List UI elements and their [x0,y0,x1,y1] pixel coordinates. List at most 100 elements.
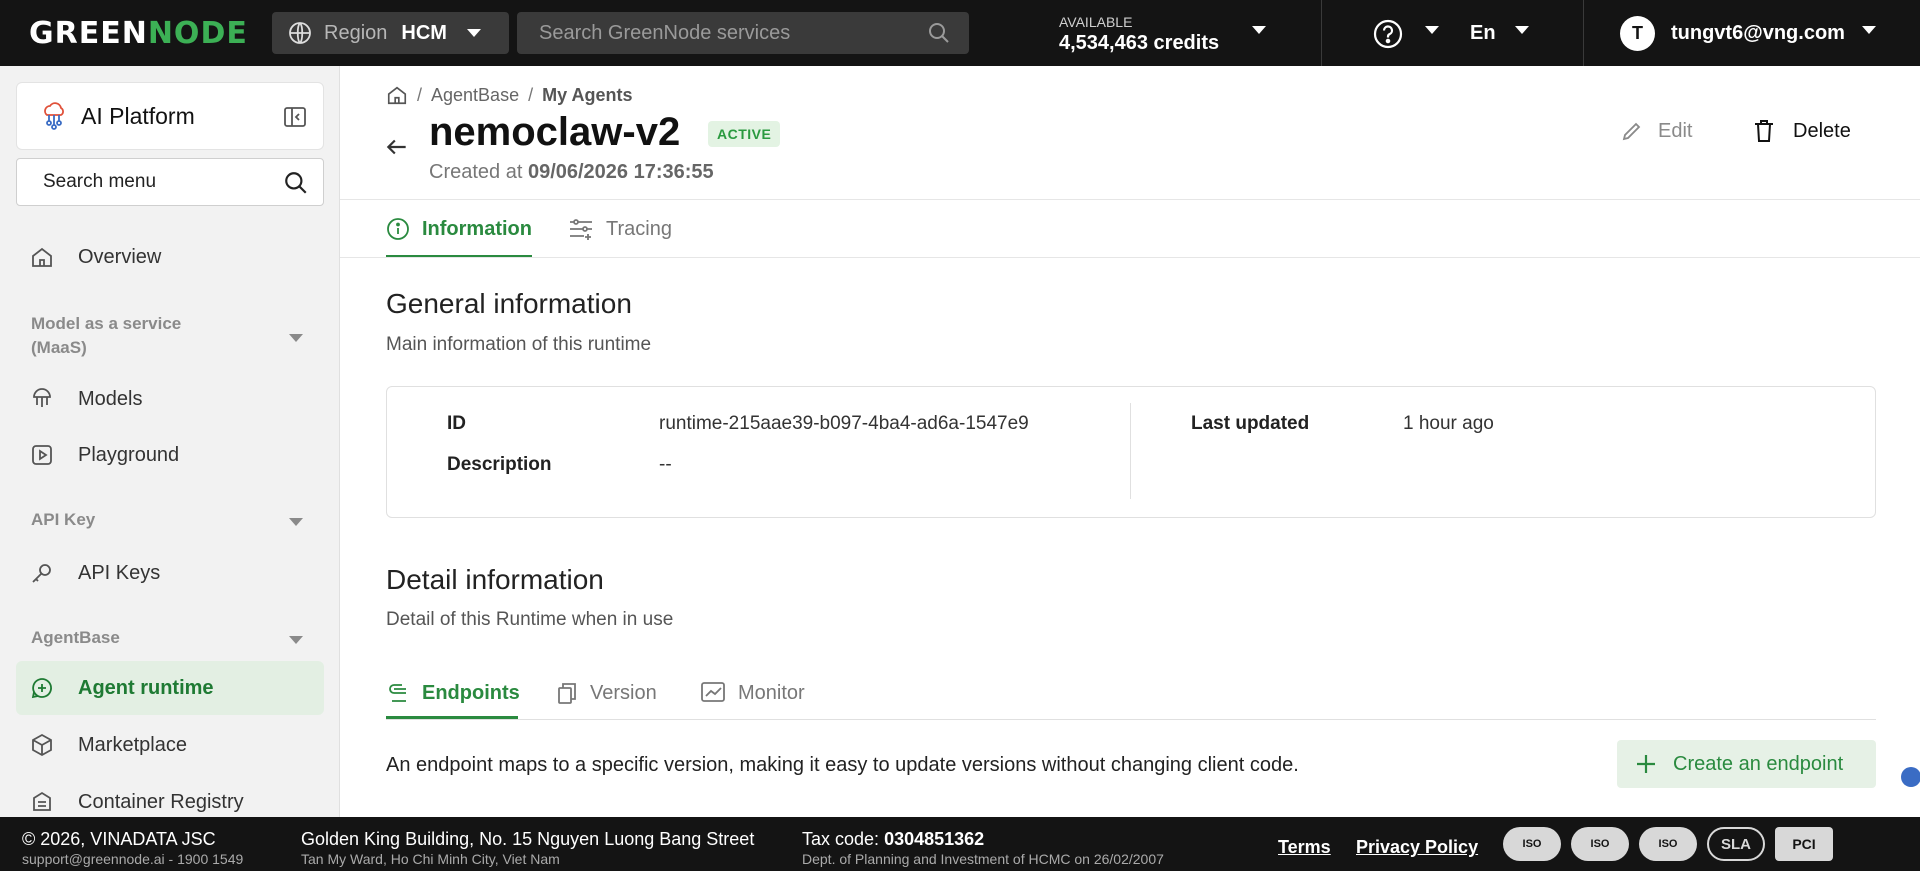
footer-contact: support@greennode.ai - 1900 1549 [22,851,244,867]
help-icon[interactable] [1372,18,1404,50]
sidebar-item-api-keys[interactable]: API Keys [16,546,324,600]
top-bar: GREENNODE Region HCM Search GreenNode se… [0,0,1920,66]
page-title: nemoclaw-v2 [429,110,681,154]
sidebar-group-api-key[interactable]: API Key [31,508,231,532]
tabs-divider [340,257,1920,258]
platform-card[interactable]: AI Platform [16,82,324,150]
tab-tracing[interactable]: Tracing [568,200,672,258]
privacy-policy-link[interactable]: Privacy Policy [1356,837,1478,858]
create-endpoint-button[interactable]: Create an endpoint [1617,740,1876,788]
iso-badge-icon: ISO [1639,827,1697,861]
description-value: -- [659,454,672,475]
breadcrumb-my-agents[interactable]: My Agents [542,85,632,106]
sidebar-group-agentbase[interactable]: AgentBase [31,626,231,650]
key-icon [32,564,51,583]
services-search-input[interactable]: Search GreenNode services [517,12,969,54]
edit-button[interactable]: Edit [1620,119,1692,143]
terms-link[interactable]: Terms [1278,837,1331,858]
region-label: Region [324,21,388,44]
detail-info-subtitle: Detail of this Runtime when in use [386,609,674,630]
back-arrow-icon[interactable] [384,134,410,160]
sidebar: AI Platform Search menu Overview Model a… [0,66,340,817]
marketplace-icon [32,733,52,757]
copy-icon [558,683,576,704]
home-icon[interactable] [386,84,408,106]
footer-company: © 2026, VINADATA JSC [22,829,216,849]
footer-tax: Tax code: 0304851362 [802,829,985,849]
tab-version[interactable]: Version [556,670,657,716]
chevron-down-icon[interactable] [289,334,303,342]
sidebar-item-agent-runtime[interactable]: Agent runtime [16,661,324,715]
iso-badge-icon: ISO [1503,827,1561,861]
main-content: / AgentBase / My Agents nemoclaw-v2 ACTI… [340,66,1920,817]
id-label: ID [447,413,466,434]
general-info-title: General information [386,288,632,319]
sliders-icon [570,219,592,240]
breadcrumb-agentbase[interactable]: AgentBase [431,85,519,106]
status-badge: ACTIVE [708,121,781,147]
search-icon[interactable] [927,21,951,45]
sidebar-group-maas[interactable]: Model as a service (MaaS) [31,312,231,360]
globe-icon [289,22,311,44]
region-value: HCM [401,21,447,44]
breadcrumb: / AgentBase / My Agents [386,84,632,106]
credits-chevron-icon[interactable] [1252,26,1266,34]
chat-support-icon[interactable] [1901,767,1920,787]
topbar-divider [1583,0,1584,66]
plus-icon [1637,755,1655,773]
last-updated-label: Last updated [1191,413,1310,434]
credits-display[interactable]: AVAILABLE 4,534,463 credits [1059,14,1219,55]
sidebar-search-input[interactable]: Search menu [16,158,324,206]
platform-name: AI Platform [81,102,195,129]
sidebar-item-models[interactable]: Models [16,372,324,426]
chevron-down-icon [466,29,481,37]
sidebar-item-container-registry[interactable]: Container Registry [16,775,324,817]
sidebar-item-playground[interactable]: Playground [16,428,324,482]
region-selector[interactable]: Region HCM [272,12,509,54]
card-divider [1130,403,1131,499]
detail-info-title: Detail information [386,564,604,595]
footer: © 2026, VINADATA JSC support@greennode.a… [0,817,1920,871]
topbar-divider [1321,0,1322,66]
language-selector[interactable]: En [1470,22,1496,45]
credits-value: 4,534,463 credits [1059,32,1220,54]
general-info-subtitle: Main information of this runtime [386,334,652,355]
general-info-card: ID runtime-215aae39-b097-4ba4-ad6a-1547e… [386,386,1876,518]
pencil-icon [1622,122,1641,141]
endpoints-icon [389,684,406,702]
collapse-sidebar-icon[interactable] [283,105,307,129]
pci-badge-icon: PCI [1775,827,1833,861]
chevron-down-icon[interactable] [289,636,303,644]
id-value[interactable]: runtime-215aae39-b097-4ba4-ad6a-1547e9 [659,413,1069,435]
endpoint-description: An endpoint maps to a specific version, … [386,754,1299,776]
agent-runtime-icon [31,678,52,699]
sidebar-item-marketplace[interactable]: Marketplace [16,718,324,772]
delete-button[interactable]: Delete [1753,119,1851,143]
footer-address: Golden King Building, No. 15 Nguyen Luon… [301,829,755,849]
info-icon [387,218,409,240]
container-icon [33,791,51,811]
sla-badge-icon: SLA [1707,827,1765,861]
iso-badge-icon: ISO [1571,827,1629,861]
tab-endpoints[interactable]: Endpoints [386,670,520,716]
credits-label: AVAILABLE [1059,14,1133,30]
help-chevron-icon[interactable] [1425,26,1439,34]
search-icon[interactable] [283,170,309,196]
user-chevron-icon[interactable] [1862,26,1876,34]
greennode-logo[interactable]: GREENNODE [29,16,248,51]
footer-address-sub: Tan My Ward, Ho Chi Minh City, Viet Nam [301,851,560,867]
created-at: Created at 09/06/2026 17:36:55 [429,161,714,183]
ai-platform-icon [44,102,64,130]
tab-monitor[interactable]: Monitor [700,670,805,716]
user-email[interactable]: tungvt6@vng.com [1671,22,1846,45]
sidebar-item-overview[interactable]: Overview [16,230,324,284]
monitor-chart-icon [701,682,725,702]
trash-icon [1755,120,1773,142]
certification-badges: ISO ISO ISO SLA PCI [1503,827,1843,861]
language-chevron-icon[interactable] [1515,26,1529,34]
avatar[interactable]: T [1620,16,1655,51]
last-updated-value: 1 hour ago [1403,413,1494,434]
sub-tabs-divider [386,719,1876,720]
tab-information[interactable]: Information [386,200,532,258]
chevron-down-icon[interactable] [289,518,303,526]
